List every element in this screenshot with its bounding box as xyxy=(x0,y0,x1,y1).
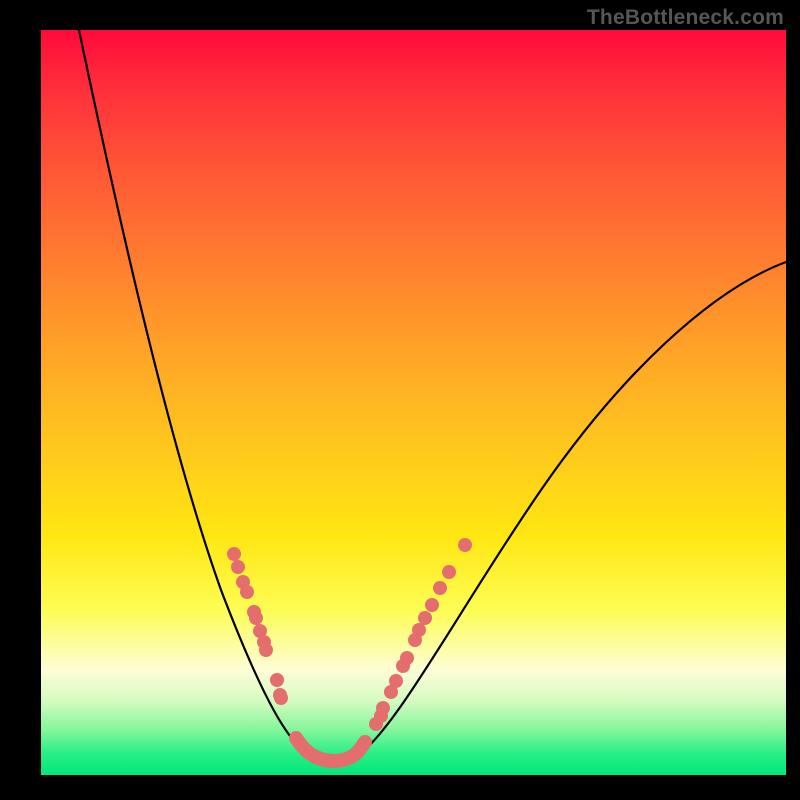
data-dot xyxy=(231,560,245,574)
curve-dots-right xyxy=(369,538,472,731)
data-dot xyxy=(425,598,439,612)
data-dot xyxy=(412,623,426,637)
data-dot xyxy=(458,538,472,552)
data-dot xyxy=(240,585,254,599)
chart-plot-area xyxy=(41,30,786,775)
data-dot xyxy=(259,643,273,657)
bottleneck-curve xyxy=(79,30,786,761)
data-dot xyxy=(433,581,447,595)
data-dot xyxy=(389,674,403,688)
data-dot xyxy=(442,565,456,579)
watermark-text: TheBottleneck.com xyxy=(587,6,784,30)
data-dot xyxy=(400,651,414,665)
data-dot xyxy=(376,701,390,715)
data-dot xyxy=(270,673,284,687)
bottleneck-curve-svg xyxy=(41,30,786,775)
data-dot xyxy=(274,691,288,705)
bottom-highlight-segment xyxy=(296,738,365,761)
data-dot xyxy=(227,547,241,561)
data-dot xyxy=(249,611,263,625)
data-dot xyxy=(418,611,432,625)
